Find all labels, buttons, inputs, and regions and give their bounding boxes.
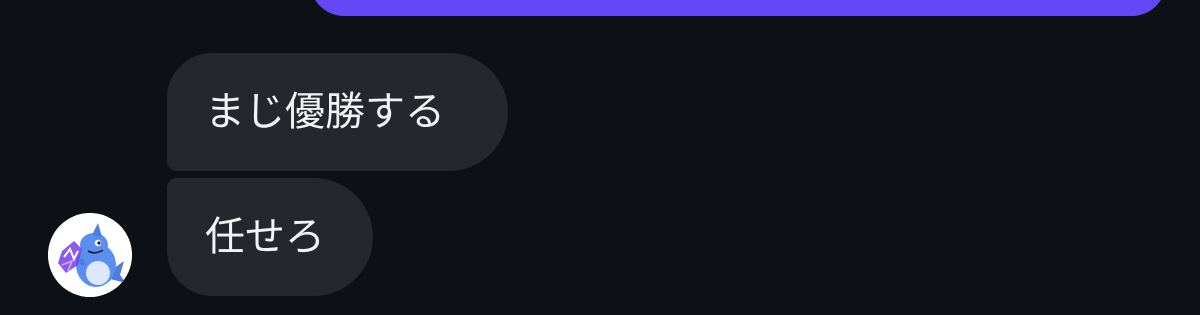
message-text: 任せろ	[205, 214, 325, 260]
message-text: まじ優勝する	[205, 89, 445, 135]
incoming-message-bubble[interactable]: まじ優勝する	[167, 53, 508, 171]
avatar[interactable]	[48, 213, 132, 297]
chat-thread: まじ優勝する 任せろ	[0, 0, 1200, 315]
incoming-message-bubble[interactable]: 任せろ	[167, 178, 373, 296]
shark-mascot-icon	[48, 213, 132, 297]
outgoing-message-bubble[interactable]	[310, 0, 1166, 16]
